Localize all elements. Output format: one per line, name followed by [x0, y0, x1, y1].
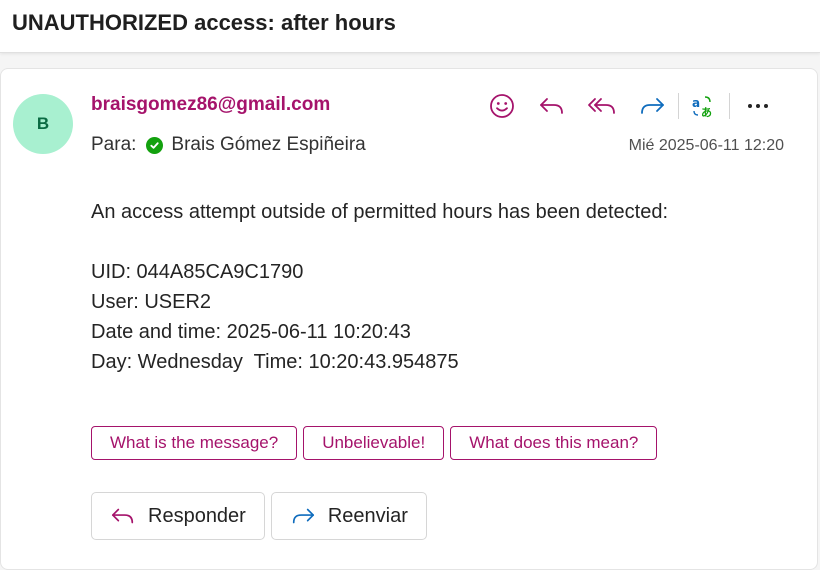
more-actions-button[interactable]	[740, 88, 776, 124]
smile-icon	[490, 94, 514, 118]
message-actions-toolbar: a あ	[484, 88, 790, 124]
forward-button[interactable]	[634, 88, 670, 124]
reply-all-icon	[588, 98, 615, 114]
reply-buttons: Responder Reenviar	[91, 492, 433, 540]
suggested-reply-chip[interactable]: What does this mean?	[450, 426, 658, 460]
reply-icon	[111, 508, 134, 524]
svg-text:a: a	[692, 96, 700, 110]
body-intro: An access attempt outside of permitted h…	[91, 201, 669, 223]
suggested-reply-chip[interactable]: Unbelievable!	[303, 426, 445, 460]
forward-icon	[641, 98, 664, 114]
translate-button[interactable]: a あ	[685, 88, 721, 124]
presence-available-icon	[146, 136, 164, 154]
translate-icon: a あ	[692, 96, 712, 118]
body-datetime: Date and time: 2025-06-11 10:20:43	[91, 321, 411, 343]
react-button[interactable]	[484, 88, 520, 124]
recipient-line: Para: Brais Gómez Espiñeira	[91, 134, 366, 156]
body-user: User: USER2	[91, 291, 212, 313]
reenviar-button[interactable]: Reenviar	[270, 492, 427, 540]
reply-button[interactable]	[534, 88, 570, 124]
toolbar-divider	[678, 93, 679, 119]
body-uid: UID: 044A85CA9C1790	[91, 261, 304, 283]
toolbar-divider	[729, 93, 730, 119]
avatar[interactable]: B	[13, 94, 73, 154]
reenviar-label: Reenviar	[327, 504, 408, 527]
message-date: Mié 2025-06-11 12:20	[628, 137, 784, 154]
svg-text:あ: あ	[701, 106, 712, 118]
sender-email[interactable]: braisgomez86@gmail.com	[91, 94, 330, 116]
suggested-replies: What is the message? Unbelievable! What …	[91, 426, 663, 460]
recipient-name[interactable]: Brais Gómez Espiñeira	[171, 134, 365, 156]
reply-icon	[540, 98, 563, 114]
suggested-reply-chip[interactable]: What is the message?	[91, 426, 298, 460]
to-label: Para:	[91, 134, 137, 155]
more-icon	[748, 104, 768, 108]
email-subject: UNAUTHORIZED access: after hours	[12, 10, 396, 35]
forward-icon	[292, 508, 314, 524]
reply-all-button[interactable]	[584, 88, 620, 124]
responder-label: Responder	[148, 504, 246, 527]
subject-bar: UNAUTHORIZED access: after hours	[0, 0, 820, 53]
responder-button[interactable]: Responder	[91, 492, 265, 540]
body-day-time: Day: Wednesday Time: 10:20:43.954875	[91, 351, 459, 373]
message-body: An access attempt outside of permitted h…	[91, 197, 668, 377]
